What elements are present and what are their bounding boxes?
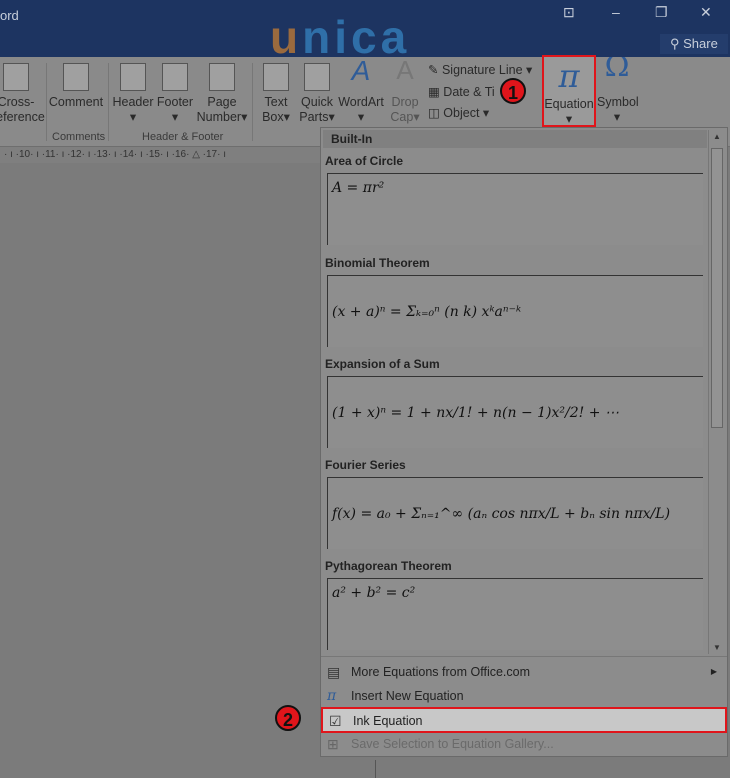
date-time-button[interactable]: ▦ Date & Ti — [428, 84, 495, 99]
group-header-footer: Header & Footer — [142, 131, 224, 143]
save-equation-icon: ⊞ — [327, 736, 339, 752]
scroll-thumb — [711, 148, 723, 428]
built-in-header: Built-In — [323, 130, 707, 148]
equation-button[interactable]: π Equation ▾ — [542, 55, 596, 127]
menu-ink-equation[interactable]: ☑ Ink Equation — [321, 707, 727, 733]
comment-icon — [63, 63, 89, 91]
step-badge-1: 1 — [500, 78, 526, 104]
pi-icon: π — [327, 688, 337, 704]
omega-icon: Ω — [604, 57, 630, 84]
gallery-item-pythagorean-theorem[interactable]: a² + b² = c² — [327, 578, 703, 650]
menu-save-selection: ⊞ Save Selection to Equation Gallery... — [321, 732, 727, 756]
object-icon: ◫ — [428, 106, 444, 120]
footer-icon — [162, 63, 188, 91]
cross-reference-icon — [3, 63, 29, 91]
cross-reference-label: Cross- Reference — [0, 95, 45, 124]
equation-dropdown: Built-In ▲ ▼ Area of Circle A = πr² Bino… — [320, 127, 728, 757]
page-number-button[interactable]: Page Number▾ — [196, 63, 248, 125]
restore-icon[interactable]: ❐ — [655, 4, 668, 21]
close-icon[interactable]: ✕ — [700, 4, 712, 21]
quick-parts-icon — [304, 63, 330, 91]
symbol-button[interactable]: Ω Symbol ▾ — [597, 57, 639, 125]
minimize-icon[interactable]: – — [612, 4, 620, 20]
gallery-item-title: Binomial Theorem — [325, 256, 430, 270]
drop-cap-button[interactable]: A Drop Cap▾ — [387, 57, 423, 125]
calendar-icon: ▦ — [428, 85, 444, 99]
gallery-item-expansion-of-sum[interactable]: (1 + x)ⁿ = 1 + nx/1! + n(n − 1)x²/2! + ⋯ — [327, 376, 703, 448]
quick-parts-button[interactable]: Quick Parts▾ — [298, 63, 336, 125]
ruler: · ı ·10· ı ·11· ı ·12· ı ·13· ı ·14· ı ·… — [0, 147, 320, 163]
menu-insert-new-equation[interactable]: π Insert New Equation — [321, 684, 727, 708]
cross-reference-button[interactable]: Cross- Reference — [0, 63, 48, 125]
submenu-arrow-icon: ▶ — [710, 667, 717, 676]
page-edge — [375, 760, 376, 778]
group-comments: Comments — [52, 131, 106, 143]
ribbon-display-icon[interactable]: ⊡ — [563, 4, 575, 21]
text-box-button[interactable]: Text Box▾ — [258, 63, 294, 125]
pi-icon: π — [558, 57, 580, 95]
title-bar: ord unica ⊡ – ❐ ✕ ⚲ Share — [0, 0, 730, 63]
scroll-up-icon: ▲ — [713, 132, 721, 141]
text-box-icon — [263, 63, 289, 91]
scroll-down-icon: ▼ — [713, 643, 721, 652]
gallery-item-title: Expansion of a Sum — [325, 357, 440, 371]
gallery-item-title: Fourier Series — [325, 458, 406, 472]
gallery-scrollbar[interactable]: ▲ ▼ — [708, 130, 725, 654]
page-number-icon — [209, 63, 235, 91]
gallery-item-area-of-circle[interactable]: A = πr² — [327, 173, 703, 245]
wordart-icon: A — [351, 57, 371, 86]
signature-icon: ✎ — [428, 63, 442, 77]
person-icon: ⚲ — [670, 36, 684, 51]
step-badge-2: 2 — [275, 705, 301, 731]
drop-cap-icon: A — [396, 57, 414, 85]
gallery-item-title: Pythagorean Theorem — [325, 559, 452, 573]
office-equations-icon: ▤ — [327, 664, 341, 680]
footer-button[interactable]: Footer ▾ — [155, 63, 195, 125]
comment-button[interactable]: Comment — [48, 63, 104, 110]
gallery-item-fourier-series[interactable]: f(x) = a₀ + Σₙ₌₁^∞ (aₙ cos nπx/L + bₙ si… — [327, 477, 703, 549]
signature-line-button[interactable]: ✎ Signature Line ▾ — [428, 62, 532, 77]
unica-logo: unica — [270, 11, 411, 63]
header-icon — [120, 63, 146, 91]
app-title: ord — [0, 8, 19, 23]
object-button[interactable]: ◫ Object ▾ — [428, 105, 489, 120]
gallery-item-title: Area of Circle — [325, 154, 404, 168]
share-button[interactable]: ⚲ Share — [660, 34, 728, 54]
wordart-button[interactable]: A WordArt ▾ — [337, 57, 385, 125]
ink-equation-icon: ☑ — [329, 713, 342, 729]
gallery-item-binomial-theorem[interactable]: (x + a)ⁿ = Σₖ₌₀ⁿ (n k) xᵏaⁿ⁻ᵏ — [327, 275, 703, 347]
header-button[interactable]: Header ▾ — [112, 63, 154, 125]
menu-more-equations[interactable]: ▤ More Equations from Office.com ▶ — [321, 660, 727, 684]
